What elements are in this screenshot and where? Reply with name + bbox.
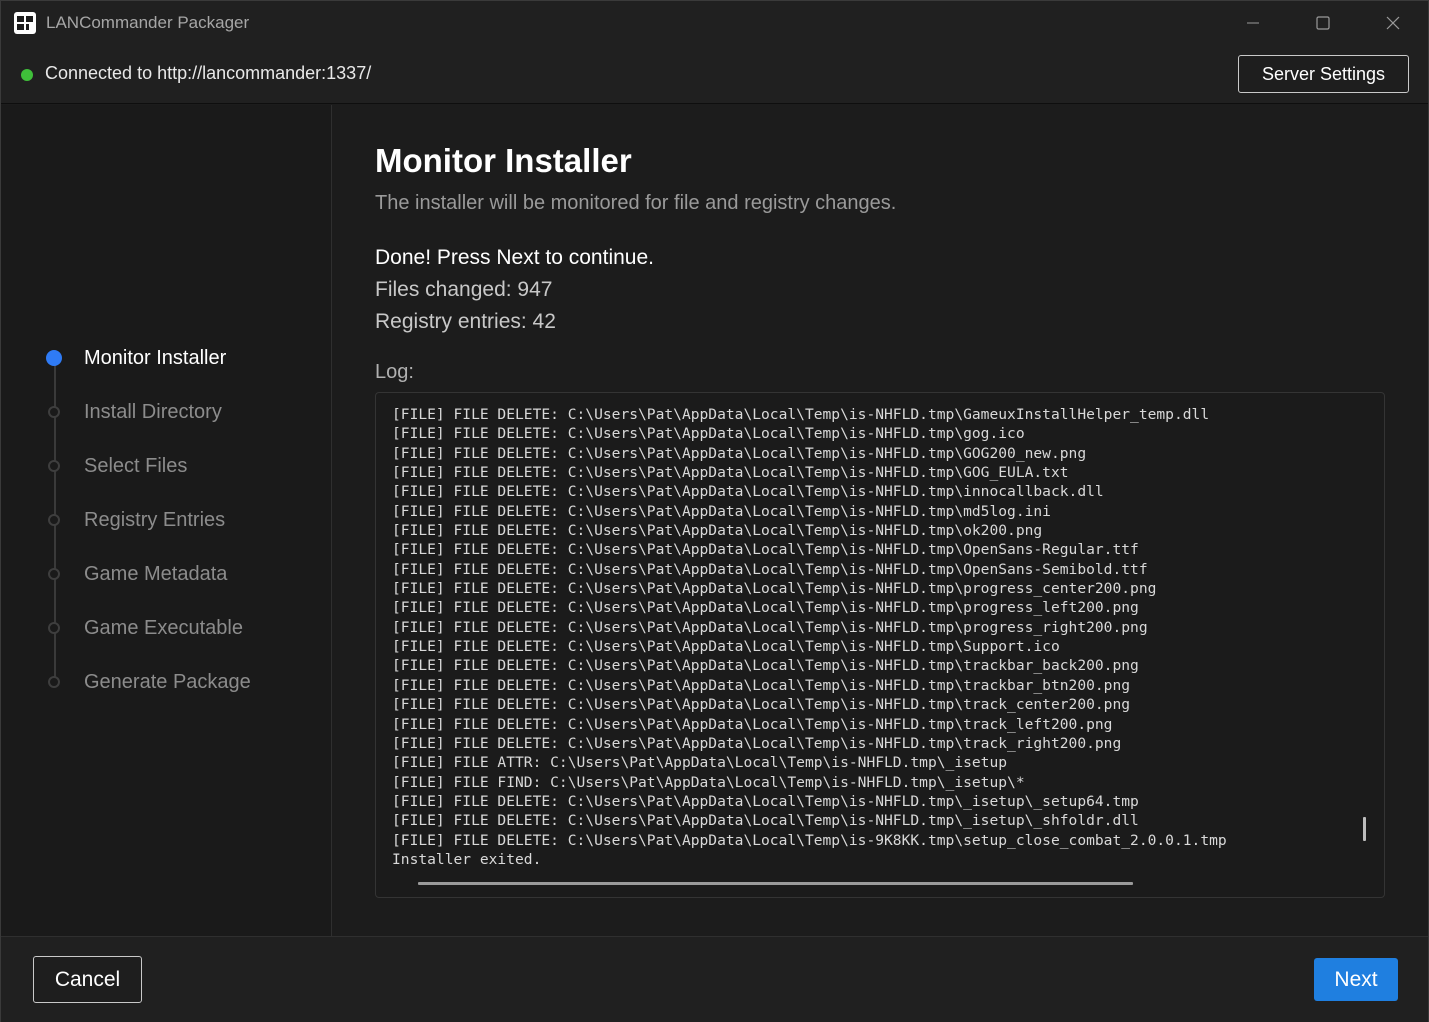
close-button[interactable]: [1358, 1, 1428, 45]
minimize-icon: [1247, 22, 1259, 24]
page-subtitle: The installer will be monitored for file…: [375, 192, 897, 214]
log-line: [FILE] FILE DELETE: C:\Users\Pat\AppData…: [392, 444, 1087, 462]
step-label: Install Directory: [84, 401, 222, 423]
files-changed-count: Files changed: 947: [375, 278, 553, 301]
log-line: [FILE] FILE FIND: C:\Users\Pat\AppData\L…: [392, 773, 1025, 791]
main-panel: Monitor Installer The installer will be …: [333, 105, 1428, 936]
step-pending-icon: [48, 568, 60, 580]
maximize-button[interactable]: [1288, 1, 1358, 45]
log-line: [FILE] FILE DELETE: C:\Users\Pat\AppData…: [392, 676, 1131, 694]
page-title: Monitor Installer: [375, 142, 632, 179]
step-pending-icon: [48, 514, 60, 526]
step-monitor-installer[interactable]: Monitor Installer: [1, 338, 331, 378]
log-line: [FILE] FILE DELETE: C:\Users\Pat\AppData…: [392, 618, 1148, 636]
app-window: LANCommander Packager Connected to http:…: [0, 0, 1429, 1022]
step-generate-package[interactable]: Generate Package: [1, 662, 331, 702]
step-label: Select Files: [84, 455, 188, 477]
app-logo-icon: [14, 12, 36, 34]
log-line: [FILE] FILE DELETE: C:\Users\Pat\AppData…: [392, 657, 1139, 675]
step-label: Registry Entries: [84, 509, 226, 531]
title-bar[interactable]: LANCommander Packager: [1, 1, 1428, 45]
footer-bar: Cancel Next: [1, 936, 1428, 1022]
horizontal-scrollbar-thumb[interactable]: [418, 882, 1133, 885]
server-settings-button[interactable]: Server Settings: [1238, 55, 1409, 93]
done-message: Done! Press Next to continue.: [375, 246, 654, 269]
log-line: [FILE] FILE ATTR: C:\Users\Pat\AppData\L…: [392, 754, 1008, 772]
log-line: [FILE] FILE DELETE: C:\Users\Pat\AppData…: [392, 812, 1139, 830]
steps-sidebar: Monitor Installer Install Directory Sele…: [1, 105, 332, 936]
step-label: Monitor Installer: [84, 347, 227, 369]
log-line: Installer exited.: [392, 850, 542, 868]
log-line: [FILE] FILE DELETE: C:\Users\Pat\AppData…: [392, 580, 1157, 598]
log-line: [FILE] FILE DELETE: C:\Users\Pat\AppData…: [392, 425, 1025, 443]
window-title: LANCommander Packager: [46, 13, 250, 32]
log-line: [FILE] FILE DELETE: C:\Users\Pat\AppData…: [392, 483, 1104, 501]
registry-entries-count: Registry entries: 42: [375, 310, 556, 333]
log-line: [FILE] FILE DELETE: C:\Users\Pat\AppData…: [392, 541, 1139, 559]
step-game-metadata[interactable]: Game Metadata: [1, 554, 331, 594]
log-line: [FILE] FILE DELETE: C:\Users\Pat\AppData…: [392, 406, 1210, 423]
log-line: [FILE] FILE DELETE: C:\Users\Pat\AppData…: [392, 831, 1227, 849]
connection-status-text: Connected to http://lancommander:1337/: [45, 63, 372, 83]
step-pending-icon: [48, 460, 60, 472]
log-label: Log:: [375, 361, 414, 383]
connection-status-icon: [21, 69, 33, 81]
step-pending-icon: [48, 622, 60, 634]
vertical-scrollbar-thumb[interactable]: [1363, 817, 1366, 841]
step-install-directory[interactable]: Install Directory: [1, 392, 331, 432]
step-pending-icon: [48, 406, 60, 418]
step-select-files[interactable]: Select Files: [1, 446, 331, 486]
step-label: Generate Package: [84, 671, 251, 693]
log-line: [FILE] FILE DELETE: C:\Users\Pat\AppData…: [392, 792, 1139, 810]
minimize-button[interactable]: [1218, 1, 1288, 45]
cancel-button[interactable]: Cancel: [33, 956, 142, 1003]
step-label: Game Metadata: [84, 563, 228, 585]
step-pending-icon: [48, 676, 60, 688]
step-registry-entries[interactable]: Registry Entries: [1, 500, 331, 540]
log-line: [FILE] FILE DELETE: C:\Users\Pat\AppData…: [392, 599, 1139, 617]
step-game-executable[interactable]: Game Executable: [1, 608, 331, 648]
log-line: [FILE] FILE DELETE: C:\Users\Pat\AppData…: [392, 696, 1131, 714]
log-line: [FILE] FILE DELETE: C:\Users\Pat\AppData…: [392, 734, 1122, 752]
step-label: Game Executable: [84, 617, 243, 639]
close-icon: [1386, 16, 1400, 30]
log-line: [FILE] FILE DELETE: C:\Users\Pat\AppData…: [392, 560, 1148, 578]
log-line: [FILE] FILE DELETE: C:\Users\Pat\AppData…: [392, 522, 1043, 540]
next-button[interactable]: Next: [1314, 958, 1398, 1001]
log-lines: [FILE] FILE DELETE: C:\Users\Pat\AppData…: [392, 405, 1362, 869]
log-line: [FILE] FILE DELETE: C:\Users\Pat\AppData…: [392, 502, 1051, 520]
maximize-icon: [1316, 16, 1330, 30]
log-output[interactable]: [FILE] FILE DELETE: C:\Users\Pat\AppData…: [375, 392, 1385, 898]
log-line: [FILE] FILE DELETE: C:\Users\Pat\AppData…: [392, 464, 1069, 482]
step-active-icon: [46, 350, 62, 366]
log-line: [FILE] FILE DELETE: C:\Users\Pat\AppData…: [392, 638, 1060, 656]
connection-bar: Connected to http://lancommander:1337/ S…: [1, 45, 1428, 104]
log-line: [FILE] FILE DELETE: C:\Users\Pat\AppData…: [392, 715, 1113, 733]
